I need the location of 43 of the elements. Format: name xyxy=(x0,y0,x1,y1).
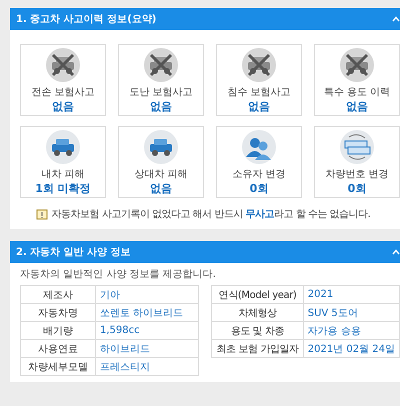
spec-label-cell: 연식(Model year) xyxy=(212,286,304,304)
card-label: 소유자 변경 xyxy=(232,168,286,180)
spec-label-cell: 최초 보험 가입일자 xyxy=(212,340,304,358)
caret-icon xyxy=(392,16,400,22)
spec-value-cell: SUV 5도어 xyxy=(303,304,400,322)
card-value: 없음 xyxy=(150,98,172,114)
spec-value-cell: 기아 xyxy=(96,286,199,304)
section-description: 자동차의 일반적인 사양 정보를 제공합니다. xyxy=(19,268,217,282)
warning-icon xyxy=(36,208,48,220)
card-value: 없음 xyxy=(52,98,74,114)
notice-text: 자동차보험 사고기록이 없었다고 해서 반드시 무사고라고 할 수는 없습니다. xyxy=(52,208,370,221)
spec-label-cell: 용도 및 차종 xyxy=(212,322,304,340)
section-header[interactable]: 1. 중고차 사고이력 정보(요약) xyxy=(10,8,400,30)
caret-icon xyxy=(392,249,400,255)
card-value: 0회 xyxy=(348,180,366,196)
card-value: 없음 xyxy=(248,98,270,114)
spec-value-cell: 자가용 승용 xyxy=(303,322,400,340)
spec-value-cell: 하이브리드 xyxy=(96,340,199,358)
spec-value-cell: 1,598cc xyxy=(96,322,199,340)
spec-label-cell: 사용연료 xyxy=(20,340,96,358)
card-label: 침수 보험사고 xyxy=(227,86,291,98)
card-label: 특수 용도 이력 xyxy=(324,86,390,98)
spec-label-cell: 제조사 xyxy=(20,286,96,304)
card-label: 내차 피해 xyxy=(41,168,85,180)
card-label: 전손 보험사고 xyxy=(31,86,95,98)
card-label: 상대차 피해 xyxy=(134,168,188,180)
spec-value-cell: 쏘렌토 하이브리드 xyxy=(96,304,199,322)
card-label: 도난 보험사고 xyxy=(129,86,193,98)
spec-label-cell: 배기량 xyxy=(20,322,96,340)
spec-label-cell: 차체형상 xyxy=(212,304,304,322)
section-title: 1. 중고차 사고이력 정보(요약) xyxy=(16,13,156,26)
spec-value-cell: 프레스티지 xyxy=(96,358,199,376)
card-value: 0회 xyxy=(250,180,268,196)
section-header[interactable]: 2. 자동차 일반 사양 정보 xyxy=(10,241,400,263)
card-label: 차량번호 변경 xyxy=(325,168,389,180)
card-value: 1회 미확정 xyxy=(35,180,91,196)
spec-value-cell: 2021년 02월 24일 xyxy=(303,340,400,358)
card-value: 없음 xyxy=(346,98,368,114)
card-value: 없음 xyxy=(150,180,172,196)
spec-label-cell: 차량세부모델 xyxy=(20,358,96,376)
section-title: 2. 자동차 일반 사양 정보 xyxy=(16,246,131,259)
spec-label-cell: 자동차명 xyxy=(20,304,96,322)
spec-value-cell: 2021 xyxy=(303,286,400,304)
